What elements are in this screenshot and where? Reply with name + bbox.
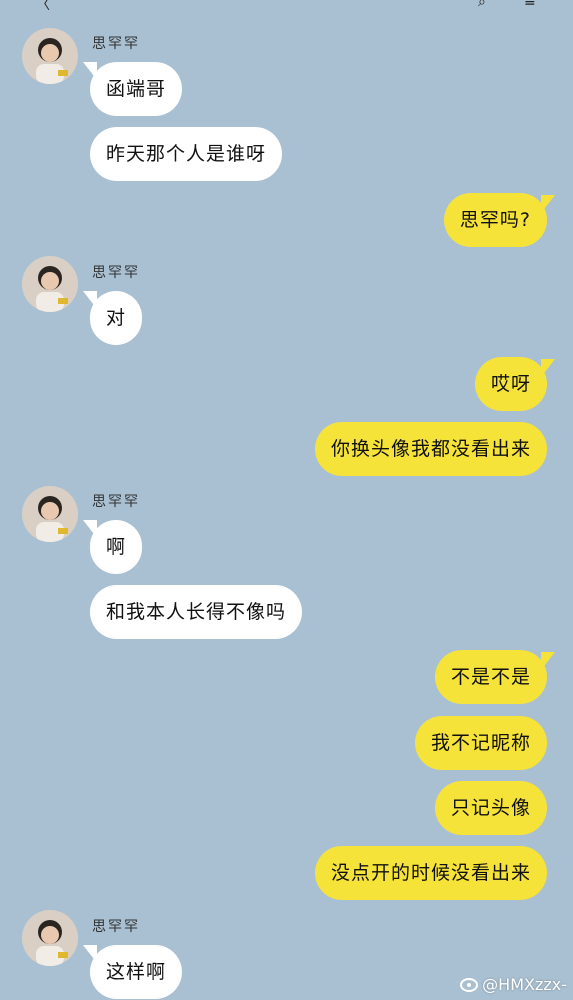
message-bubble[interactable]: 啊	[82, 520, 143, 574]
sender-name: 思罕罕	[92, 36, 140, 52]
message-bubble[interactable]: 对	[82, 291, 143, 345]
message-bubble[interactable]: 这样啊	[82, 945, 183, 999]
watermark: @HMXzzx-	[460, 975, 567, 994]
contact-avatar[interactable]	[22, 486, 78, 542]
watermark-text: @HMXzzx-	[482, 975, 567, 994]
message-bubble[interactable]: 没点开的时候没看出来	[314, 846, 547, 900]
message-bubble[interactable]: 函端哥	[82, 62, 183, 116]
back-icon[interactable]: 〈	[36, 0, 50, 14]
search-icon[interactable]: ⌕	[478, 0, 486, 10]
message-bubble[interactable]: 你换头像我都没看出来	[314, 422, 547, 476]
top-bar: 〈 ⌕ ≡	[0, 0, 573, 14]
sender-name: 思罕罕	[92, 919, 140, 935]
message-bubble[interactable]: 哎呀	[474, 357, 556, 411]
contact-avatar[interactable]	[22, 910, 78, 966]
message-bubble[interactable]: 昨天那个人是谁呀	[90, 127, 283, 181]
sender-name: 思罕罕	[92, 265, 140, 281]
message-bubble[interactable]: 不是不是	[434, 650, 556, 704]
message-bubble[interactable]: 和我本人长得不像吗	[90, 585, 303, 639]
message-bubble[interactable]: 思罕吗?	[443, 193, 556, 247]
weibo-icon	[460, 977, 479, 992]
message-bubble[interactable]: 只记头像	[434, 781, 547, 835]
contact-avatar[interactable]	[22, 256, 78, 312]
message-bubble[interactable]: 我不记昵称	[414, 716, 547, 770]
menu-icon[interactable]: ≡	[524, 0, 536, 10]
sender-name: 思罕罕	[92, 494, 140, 510]
contact-avatar[interactable]	[22, 28, 78, 84]
